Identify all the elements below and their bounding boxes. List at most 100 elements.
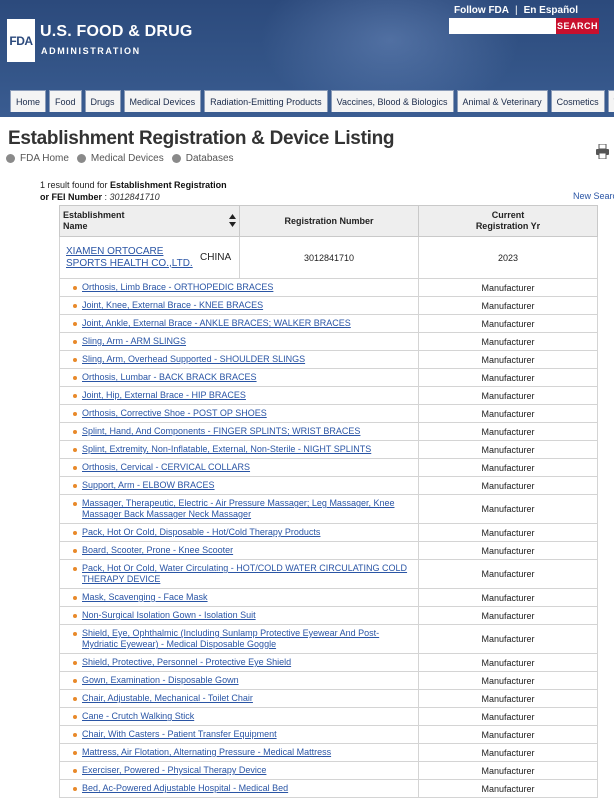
device-cell: Splint, Hand, And Components - FINGER SP… (59, 422, 419, 441)
registration-year-cell: 2023 (418, 236, 598, 279)
device-link[interactable]: Orthosis, Cervical - CERVICAL COLLARS (82, 462, 418, 473)
device-link[interactable]: Splint, Hand, And Components - FINGER SP… (82, 426, 418, 437)
device-row: Splint, Extremity, Non-Inflatable, Exter… (59, 440, 598, 459)
device-link[interactable]: Splint, Extremity, Non-Inflatable, Exter… (82, 444, 418, 455)
operation-type: Manufacturer (418, 725, 598, 744)
device-link[interactable]: Non-Surgical Isolation Gown - Isolation … (82, 610, 418, 621)
bullet-icon (73, 340, 77, 344)
device-link[interactable]: Support, Arm - ELBOW BRACES (82, 480, 418, 491)
header-establishment-name[interactable]: Establishment Name (59, 205, 240, 237)
device-link[interactable]: Cane - Crutch Walking Stick (82, 711, 418, 722)
nav-item-medical-devices[interactable]: Medical Devices (123, 90, 202, 112)
bullet-icon (73, 484, 77, 488)
header-registration-number: Registration Number (239, 205, 419, 237)
establishment-name-link[interactable]: XIAMEN ORTOCARE SPORTS HEALTH CO.,LTD. (60, 246, 195, 270)
nav-item-food[interactable]: Food (49, 90, 82, 112)
device-row: Shield, Eye, Ophthalmic (Including Sunla… (59, 624, 598, 654)
device-link[interactable]: Board, Scooter, Prone - Knee Scooter (82, 545, 418, 556)
bullet-icon (73, 394, 77, 398)
bullet-icon (73, 567, 77, 571)
device-link[interactable]: Joint, Ankle, External Brace - ANKLE BRA… (82, 318, 418, 329)
device-cell: Splint, Extremity, Non-Inflatable, Exter… (59, 440, 419, 459)
result-or-fei: or FEI Number (40, 192, 103, 202)
operation-type: Manufacturer (418, 476, 598, 495)
device-cell: Sling, Arm, Overhead Supported - SHOULDE… (59, 350, 419, 369)
device-cell: Mask, Scavenging - Face Mask (59, 588, 419, 607)
nav-item-animal-veterinary[interactable]: Animal & Veterinary (456, 90, 548, 112)
search-input[interactable] (449, 18, 556, 34)
device-cell: Pack, Hot Or Cold, Water Circulating - H… (59, 559, 419, 589)
operation-type: Manufacturer (418, 671, 598, 690)
device-link[interactable]: Sling, Arm - ARM SLINGS (82, 336, 418, 347)
bullet-icon (73, 412, 77, 416)
establishment-cell: XIAMEN ORTOCARE SPORTS HEALTH CO.,LTD. C… (59, 236, 240, 279)
device-cell: Sling, Arm - ARM SLINGS (59, 332, 419, 351)
operation-type: Manufacturer (418, 588, 598, 607)
header-registration-year: Current Registration Yr (418, 205, 598, 237)
device-link[interactable]: Joint, Knee, External Brace - KNEE BRACE… (82, 300, 418, 311)
device-link[interactable]: Chair, Adjustable, Mechanical - Toilet C… (82, 693, 418, 704)
device-cell: Shield, Protective, Personnel - Protecti… (59, 653, 419, 672)
language-link[interactable]: En Español (524, 5, 578, 16)
device-row: Orthosis, Corrective Shoe - POST OP SHOE… (59, 404, 598, 423)
device-link[interactable]: Orthosis, Limb Brace - ORTHOPEDIC BRACES (82, 282, 418, 293)
device-row: Exerciser, Powered - Physical Therapy De… (59, 761, 598, 780)
device-link[interactable]: Sling, Arm, Overhead Supported - SHOULDE… (82, 354, 418, 365)
device-link[interactable]: Pack, Hot Or Cold, Disposable - Hot/Cold… (82, 527, 418, 538)
device-row: Shield, Protective, Personnel - Protecti… (59, 653, 598, 672)
main-nav: Home Food Drugs Medical Devices Radiation-Em… (10, 90, 614, 112)
device-link[interactable]: Shield, Eye, Ophthalmic (Including Sunla… (82, 628, 412, 650)
bullet-icon (73, 430, 77, 434)
device-link[interactable]: Joint, Hip, External Brace - HIP BRACES (82, 390, 418, 401)
operation-type: Manufacturer (418, 494, 598, 524)
device-link[interactable]: Shield, Protective, Personnel - Protecti… (82, 657, 418, 668)
device-cell: Board, Scooter, Prone - Knee Scooter (59, 541, 419, 560)
device-link[interactable]: Mask, Scavenging - Face Mask (82, 592, 418, 603)
device-link[interactable]: Bed, Ac-Powered Adjustable Hospital - Me… (82, 783, 418, 794)
bullet-icon (73, 286, 77, 290)
print-icon[interactable] (596, 144, 609, 159)
device-link[interactable]: Pack, Hot Or Cold, Water Circulating - H… (82, 563, 412, 585)
breadcrumb-databases[interactable]: Databases (186, 153, 234, 164)
device-cell: Chair, Adjustable, Mechanical - Toilet C… (59, 689, 419, 708)
nav-item-vaccines-blood-biologics[interactable]: Vaccines, Blood & Biologics (330, 90, 454, 112)
bullet-icon (73, 448, 77, 452)
operation-type: Manufacturer (418, 624, 598, 654)
new-search-link[interactable]: New Search (573, 191, 614, 201)
operation-type: Manufacturer (418, 296, 598, 315)
operation-type: Manufacturer (418, 779, 598, 798)
fda-logo-badge[interactable]: FDA (7, 19, 35, 62)
nav-item-tobacco-pro[interactable]: Tobacco Pro (607, 90, 614, 112)
nav-item-home[interactable]: Home (10, 90, 47, 112)
logo-title[interactable]: U.S. FOOD & DRUG (40, 23, 193, 41)
establishment-row: XIAMEN ORTOCARE SPORTS HEALTH CO.,LTD. C… (59, 236, 598, 279)
utility-links: Follow FDA | En Español (454, 5, 578, 16)
device-row: Gown, Examination - Disposable Gown Manuf… (59, 671, 598, 690)
operation-type: Manufacturer (418, 404, 598, 423)
bullet-icon (73, 769, 77, 773)
nav-item-radiation-emitting-products[interactable]: Radiation-Emitting Products (204, 90, 328, 112)
util-separator: | (515, 5, 518, 16)
nav-item-drugs[interactable]: Drugs (84, 90, 121, 112)
sort-arrows-icon[interactable] (229, 214, 236, 227)
bullet-icon (73, 549, 77, 553)
device-row: Orthosis, Cervical - CERVICAL COLLARS Man… (59, 458, 598, 477)
device-link[interactable]: Gown, Examination - Disposable Gown (82, 675, 418, 686)
device-link[interactable]: Mattress, Air Flotation, Alternating Pre… (82, 747, 418, 758)
device-link[interactable]: Orthosis, Lumbar - BACK BRACK BRACES (82, 372, 418, 383)
device-link[interactable]: Orthosis, Corrective Shoe - POST OP SHOE… (82, 408, 418, 419)
device-link[interactable]: Massager, Therapeutic, Electric - Air Pr… (82, 498, 412, 520)
device-link[interactable]: Chair, With Casters - Patient Transfer E… (82, 729, 418, 740)
search-button[interactable]: SEARCH (556, 18, 599, 34)
follow-fda-link[interactable]: Follow FDA (454, 5, 509, 16)
device-row: Orthosis, Limb Brace - ORTHOPEDIC BRACES… (59, 278, 598, 297)
breadcrumb-fda-home[interactable]: FDA Home (20, 153, 69, 164)
operation-type: Manufacturer (418, 559, 598, 589)
bullet-icon (73, 733, 77, 737)
breadcrumb-medical-devices[interactable]: Medical Devices (91, 153, 164, 164)
operation-type: Manufacturer (418, 332, 598, 351)
device-link[interactable]: Exerciser, Powered - Physical Therapy De… (82, 765, 418, 776)
nav-item-cosmetics[interactable]: Cosmetics (550, 90, 605, 112)
header-registration-year-label: Current Registration Yr (475, 210, 541, 231)
results-table: Establishment Name Registration Number C… (59, 205, 598, 798)
